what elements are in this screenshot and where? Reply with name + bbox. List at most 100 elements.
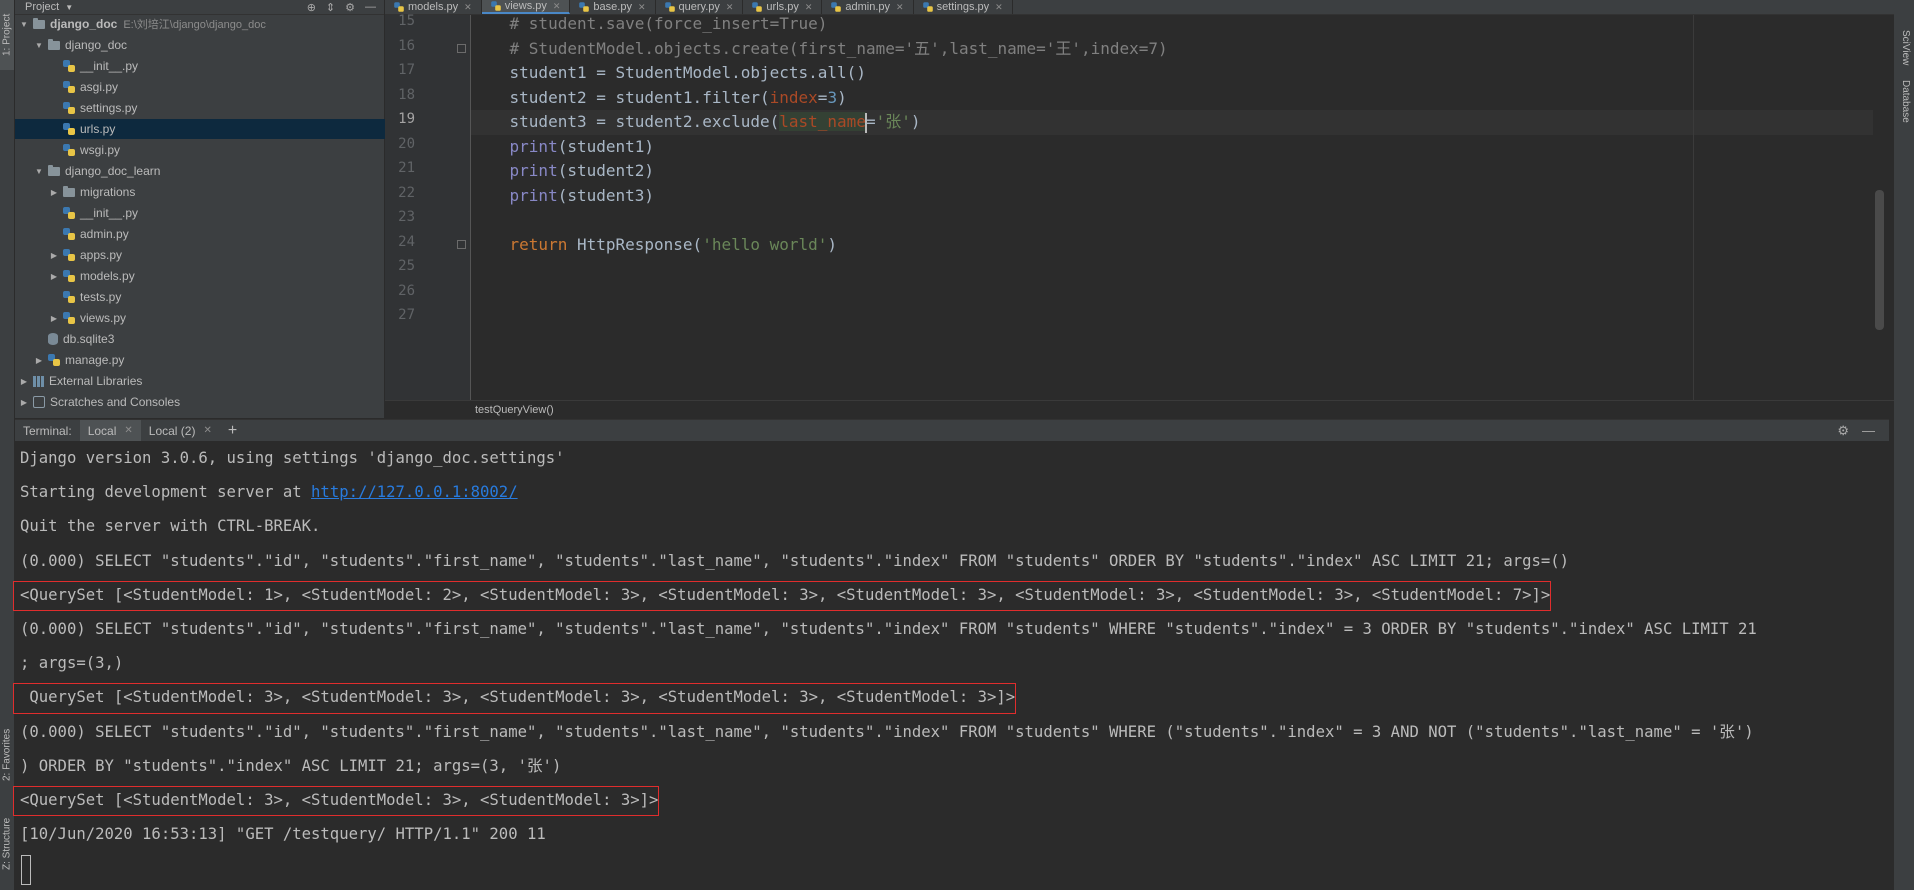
code-token: print bbox=[509, 161, 558, 180]
terminal-line-text: ) ORDER BY "students"."index" ASC LIMIT … bbox=[20, 756, 562, 775]
code-line[interactable]: student1 = StudentModel.objects.all() bbox=[471, 61, 1873, 86]
tree-item[interactable]: ▼ django_doc bbox=[15, 35, 403, 55]
python-file-icon bbox=[63, 144, 75, 156]
highlight-box bbox=[13, 683, 1016, 714]
code-editor[interactable]: # student.save(force_insert=True) # Stud… bbox=[471, 12, 1873, 400]
close-icon[interactable]: ✕ bbox=[726, 2, 734, 13]
project-tool-tab[interactable]: 1: Project bbox=[0, 0, 14, 70]
chevron-down-icon[interactable]: ▼ bbox=[65, 3, 73, 12]
expand-arrow-icon[interactable]: ▼ bbox=[34, 167, 44, 176]
tree-item-label: asgi.py bbox=[80, 80, 119, 94]
tree-item[interactable]: urls.py bbox=[15, 119, 418, 139]
python-file-icon bbox=[63, 228, 75, 240]
close-icon[interactable]: ✕ bbox=[553, 1, 561, 12]
collapse-arrow-icon[interactable]: ▶ bbox=[49, 272, 59, 281]
code-token: ) bbox=[827, 234, 838, 254]
close-icon[interactable]: ✕ bbox=[124, 425, 132, 436]
code-line[interactable]: print(student1) bbox=[471, 135, 1873, 160]
close-icon[interactable]: ✕ bbox=[203, 425, 211, 436]
collapse-arrow-icon[interactable]: ▶ bbox=[19, 377, 29, 386]
tree-item[interactable]: ▼ django_doc E:\刘培江\django\django_doc bbox=[15, 14, 388, 34]
tree-item-label: django_doc_learn bbox=[65, 164, 161, 178]
code-token: return bbox=[509, 234, 568, 254]
close-icon[interactable]: ✕ bbox=[995, 2, 1003, 13]
tree-item[interactable]: ▼ django_doc_learn bbox=[15, 161, 403, 181]
database-tool-tab[interactable]: Database bbox=[1900, 80, 1911, 123]
expand-arrow-icon[interactable]: ▼ bbox=[34, 41, 44, 50]
favorites-tool-tab[interactable]: 2: Favorites bbox=[0, 710, 14, 800]
line-number: 23 bbox=[398, 209, 415, 225]
tree-item[interactable]: ▶ migrations bbox=[15, 182, 418, 202]
code-line[interactable]: student2 = student1.filter(index=3) bbox=[471, 86, 1873, 111]
tree-item[interactable]: __init__.py bbox=[15, 203, 418, 223]
tree-item[interactable]: tests.py bbox=[15, 287, 418, 307]
collapse-arrow-icon[interactable]: ▶ bbox=[49, 251, 59, 260]
expand-arrow-icon[interactable]: ▼ bbox=[19, 20, 29, 29]
collapse-arrow-icon[interactable]: ▶ bbox=[34, 356, 44, 365]
gear-icon[interactable]: ⚙ bbox=[345, 1, 355, 14]
collapse-icon[interactable]: ⇕ bbox=[326, 1, 335, 14]
code-token: (student2) bbox=[557, 161, 655, 180]
tree-item[interactable]: ▶ Scratches and Consoles bbox=[15, 392, 388, 412]
tree-item[interactable]: ▶ models.py bbox=[15, 266, 418, 286]
terminal-tab[interactable]: Local ✕ bbox=[79, 420, 141, 441]
code-line[interactable]: # student.save(force_insert=True) bbox=[471, 12, 1873, 37]
code-line[interactable] bbox=[471, 306, 1873, 331]
server-url-link[interactable]: http://127.0.0.1:8002/ bbox=[311, 483, 518, 501]
tree-item[interactable]: asgi.py bbox=[15, 77, 418, 97]
editor-scrollbar-thumb[interactable] bbox=[1875, 190, 1884, 330]
structure-tool-tab[interactable]: Z: Structure bbox=[0, 800, 14, 888]
code-line[interactable] bbox=[471, 208, 1873, 233]
tree-item[interactable]: settings.py bbox=[15, 98, 418, 118]
code-line[interactable]: return HttpResponse('hello world') bbox=[471, 233, 1873, 258]
editor-tab[interactable]: models.py ✕ bbox=[385, 0, 482, 14]
terminal-line-text: (0.000) SELECT "students"."id", "student… bbox=[20, 551, 1570, 570]
tree-item[interactable]: __init__.py bbox=[15, 56, 418, 76]
collapse-arrow-icon[interactable]: ▶ bbox=[19, 398, 29, 407]
code-token: = bbox=[865, 112, 876, 131]
tree-item[interactable]: ▶ views.py bbox=[15, 308, 418, 328]
code-token: print bbox=[509, 136, 558, 156]
minimize-icon[interactable]: — bbox=[365, 1, 376, 14]
tree-item[interactable]: wsgi.py bbox=[15, 140, 418, 160]
tree-item[interactable]: ▶ manage.py bbox=[15, 350, 403, 370]
code-line[interactable] bbox=[471, 257, 1873, 282]
code-line[interactable]: student3 = student2.exclude(last_name='张… bbox=[471, 110, 1873, 135]
code-line[interactable]: print(student2) bbox=[471, 159, 1873, 184]
editor-tab-label: views.py bbox=[504, 0, 547, 12]
python-file-icon bbox=[490, 1, 501, 11]
add-terminal-button[interactable]: + bbox=[220, 420, 245, 441]
close-icon[interactable]: ✕ bbox=[464, 2, 472, 13]
code-line[interactable]: # StudentModel.objects.create(first_name… bbox=[471, 37, 1873, 62]
fold-marker-icon[interactable] bbox=[457, 43, 466, 53]
close-icon[interactable]: ✕ bbox=[805, 2, 813, 13]
sciview-tool-tab[interactable]: SciView bbox=[1900, 30, 1911, 65]
collapse-arrow-icon[interactable]: ▶ bbox=[49, 188, 59, 197]
close-icon[interactable]: ✕ bbox=[896, 2, 904, 13]
gear-icon[interactable]: ⚙ bbox=[1837, 423, 1849, 439]
project-view-selector[interactable]: Project bbox=[25, 1, 59, 13]
right-margin-guide bbox=[1693, 15, 1694, 400]
terminal-line-text: (0.000) SELECT "students"."id", "student… bbox=[20, 722, 1754, 741]
code-line[interactable] bbox=[471, 282, 1873, 307]
line-number: 18 bbox=[398, 86, 415, 103]
locate-icon[interactable]: ⊕ bbox=[307, 1, 316, 14]
tree-item[interactable]: ▶ External Libraries bbox=[15, 371, 388, 391]
tree-item[interactable]: ▶ apps.py bbox=[15, 245, 418, 265]
terminal-output[interactable]: Django version 3.0.6, using settings 'dj… bbox=[13, 441, 1889, 890]
minimize-icon[interactable]: — bbox=[1862, 423, 1875, 438]
python-file-icon bbox=[63, 291, 75, 303]
folder-icon bbox=[48, 38, 60, 50]
tree-item[interactable]: db.sqlite3 bbox=[15, 329, 403, 349]
terminal-tab[interactable]: Local (2) ✕ bbox=[141, 420, 220, 441]
code-line[interactable]: print(student3) bbox=[471, 184, 1873, 209]
database-file-icon bbox=[48, 333, 58, 345]
tree-item-label: views.py bbox=[80, 311, 127, 325]
collapse-arrow-icon[interactable]: ▶ bbox=[49, 314, 59, 323]
close-icon[interactable]: ✕ bbox=[638, 2, 646, 13]
terminal-title: Terminal: bbox=[23, 423, 72, 438]
tree-item[interactable]: admin.py bbox=[15, 224, 418, 244]
fold-marker-icon[interactable] bbox=[457, 239, 466, 249]
breadcrumb-function[interactable]: testQueryView() bbox=[475, 404, 554, 416]
